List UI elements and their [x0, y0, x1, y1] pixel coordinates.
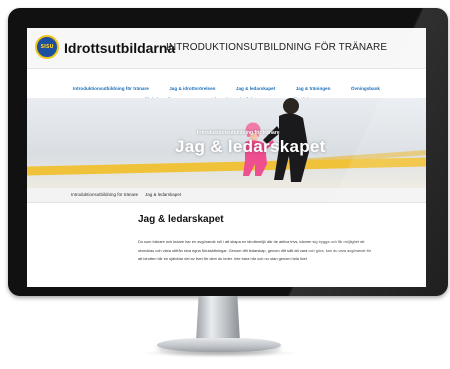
monitor-stand-base: [157, 338, 281, 352]
brand-name[interactable]: Idrottsutbildarna: [64, 40, 175, 56]
content-paragraph: Du som tränare och ledare har en avgöran…: [138, 239, 372, 262]
breadcrumb-item-current: Jag & ledarskapet: [145, 192, 182, 197]
monitor: SISU Idrottsutbildarna INTRODUKTIONSUTBI…: [8, 8, 448, 296]
logo-text: SISU: [40, 44, 54, 50]
monitor-stand-neck: [196, 296, 240, 342]
site-header: SISU Idrottsutbildarna INTRODUKTIONSUTBI…: [27, 28, 426, 69]
content-title: Jag & ledarskapet: [138, 214, 224, 225]
hero-subtitle: Introduktionsutbildning för tränare: [197, 130, 280, 136]
browser-page: SISU Idrottsutbildarna INTRODUKTIONSUTBI…: [27, 28, 426, 287]
hero-title: Jag & ledarskapet: [175, 137, 326, 156]
sisu-logo[interactable]: SISU: [35, 35, 59, 59]
breadcrumb-item-home[interactable]: Introduktionsutbildning för tränare: [71, 192, 138, 197]
ice-rink-stripe: [27, 157, 426, 176]
breadcrumb-separator: »: [135, 192, 138, 197]
page-heading: INTRODUKTIONSUTBILDNING FÖR TRÄNARE: [166, 42, 388, 53]
hero-banner: Introduktionsutbildning för tränare Jag …: [27, 98, 426, 188]
main-navigation: Introduktionsutbildning för tränare Jag …: [27, 69, 426, 102]
breadcrumb: Introduktionsutbildning för tränare » Ja…: [27, 188, 426, 203]
content-body: Du som tränare och ledare har en avgöran…: [138, 238, 376, 264]
